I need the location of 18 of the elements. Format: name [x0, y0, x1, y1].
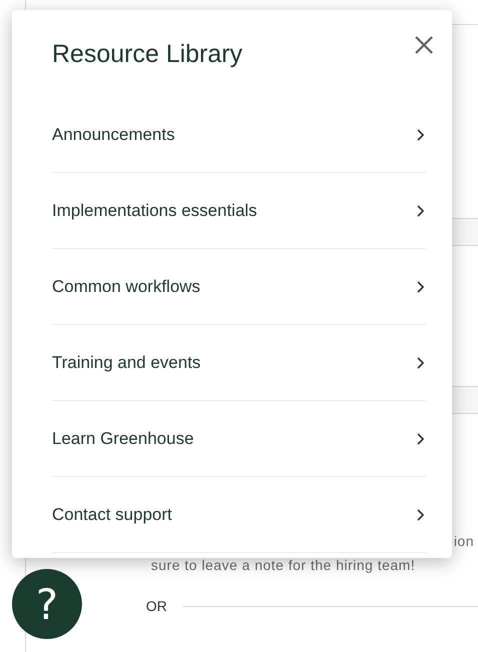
chevron-icon	[417, 280, 424, 292]
menu-item[interactable]: Learn Greenhouse	[52, 401, 426, 477]
close-icon[interactable]	[414, 35, 434, 55]
separator-label: OR	[146, 598, 167, 614]
note-text: sure to leave a note for the hiring team!	[151, 557, 416, 573]
chevron-icon	[417, 356, 424, 368]
chevron-icon	[417, 508, 424, 520]
menu-item[interactable]: Announcements	[52, 97, 426, 173]
help-button[interactable]: ?	[12, 569, 82, 639]
chevron-icon	[417, 204, 424, 216]
chevron-icon	[417, 128, 424, 140]
menu-item[interactable]: Contact support	[52, 477, 426, 553]
panel-title: Resource Library	[52, 40, 242, 69]
menu-item[interactable]: Training and events	[52, 325, 426, 401]
menu-item[interactable]: Common workflows	[52, 249, 426, 325]
chevron-icon	[417, 432, 424, 444]
body-text: ion	[454, 533, 474, 549]
menu-item[interactable]: Implementations essentials	[52, 173, 426, 249]
